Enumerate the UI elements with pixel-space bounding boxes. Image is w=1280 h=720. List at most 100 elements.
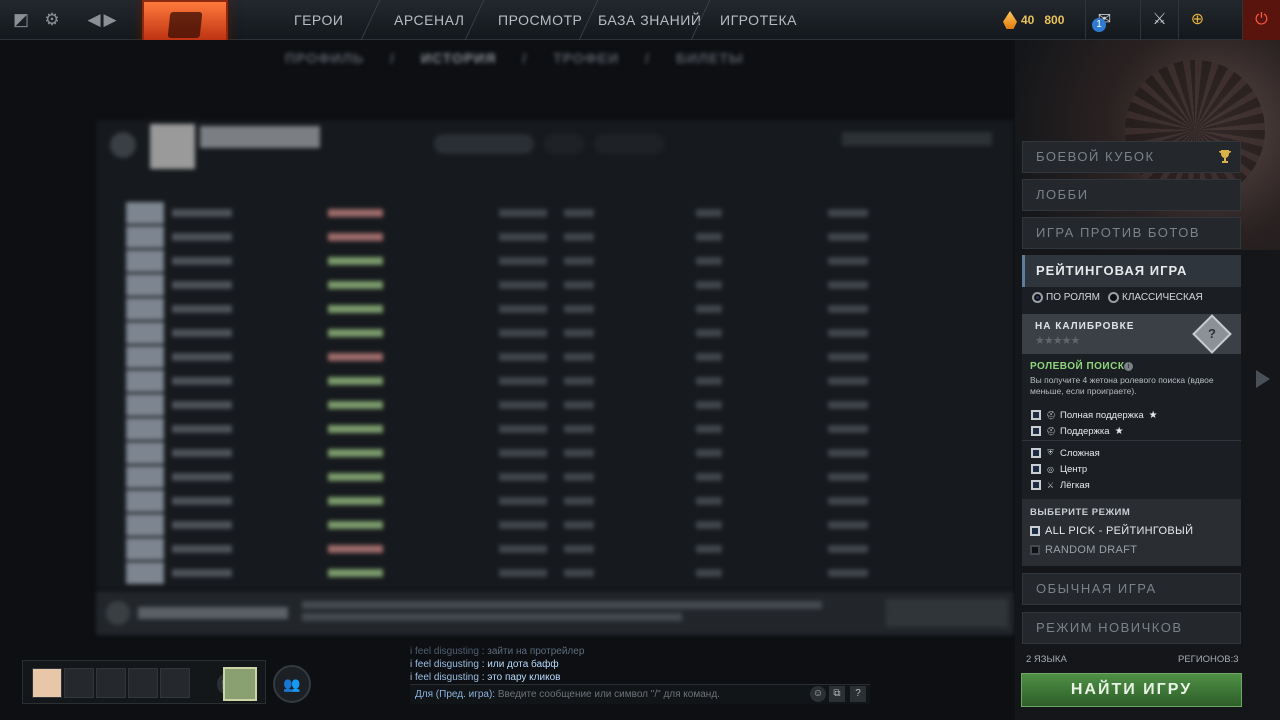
- result: [328, 569, 383, 577]
- chat-wheel-icon[interactable]: ⧉: [829, 686, 845, 702]
- party-slot-empty[interactable]: [64, 668, 94, 698]
- emoji-icon[interactable]: ☺: [810, 686, 826, 702]
- table-row[interactable]: [126, 442, 986, 464]
- chat-author[interactable]: i feel disgusting: [410, 646, 479, 657]
- subscribe-button[interactable]: [886, 599, 1008, 627]
- regions-selector[interactable]: РЕГИОНОВ:3: [1178, 654, 1239, 665]
- settings-gear-icon[interactable]: ⚙: [40, 8, 64, 32]
- checkbox[interactable]: [1031, 448, 1041, 458]
- table-row[interactable]: [126, 202, 986, 224]
- guild-avatar[interactable]: [223, 667, 257, 701]
- time: [564, 569, 594, 577]
- languages-selector[interactable]: 2 ЯЗЫКА: [1026, 654, 1067, 665]
- checkbox[interactable]: [1031, 480, 1041, 490]
- table-row[interactable]: [126, 490, 986, 512]
- game-type: [828, 305, 868, 313]
- subnav-sep: /: [522, 50, 528, 66]
- party-slot-empty[interactable]: [96, 668, 126, 698]
- subnav-tickets[interactable]: БИЛЕТЫ: [676, 50, 744, 70]
- by-roles-radio[interactable]: ПО РОЛЯМ: [1032, 292, 1100, 303]
- duration: [696, 521, 722, 529]
- table-row[interactable]: [126, 346, 986, 368]
- game-type: [828, 545, 868, 553]
- bots-button[interactable]: ИГРА ПРОТИВ БОТОВ: [1022, 217, 1241, 249]
- beginner-mode-button[interactable]: РЕЖИМ НОВИЧКОВ: [1022, 612, 1241, 644]
- checkbox[interactable]: [1031, 410, 1041, 420]
- subnav-history[interactable]: ИСТОРИЯ: [421, 50, 496, 70]
- history-tabs[interactable]: [434, 134, 674, 154]
- chat-input[interactable]: Для (Пред. игра): Введите сообщение или …: [410, 684, 870, 704]
- checkbox[interactable]: [1030, 545, 1040, 555]
- hero-portrait: [126, 538, 164, 560]
- table-row[interactable]: [126, 298, 986, 320]
- hero-name: [172, 257, 232, 265]
- armory-gear-button[interactable]: ⚔: [1140, 0, 1178, 40]
- table-row[interactable]: [126, 274, 986, 296]
- currency-display[interactable]: 40 800: [1003, 8, 1064, 32]
- table-row[interactable]: [126, 226, 986, 248]
- game-type: [828, 377, 868, 385]
- role-support[interactable]: ⛑ Поддержка ★: [1031, 424, 1124, 438]
- role-hard-support[interactable]: ⛑ Полная поддержка ★: [1031, 408, 1158, 422]
- party-slot-self-avatar[interactable]: [32, 668, 62, 698]
- plus-button[interactable]: ⊕: [1178, 0, 1216, 40]
- party-slot-empty[interactable]: [128, 668, 158, 698]
- table-row[interactable]: [126, 418, 986, 440]
- chat-target[interactable]: Для (Пред. игра):: [410, 689, 495, 700]
- checkbox[interactable]: [1031, 426, 1041, 436]
- hero-name: [172, 377, 232, 385]
- nav-arcade[interactable]: ИГРОТЕКА: [720, 0, 797, 40]
- lobby-button[interactable]: ЛОББИ: [1022, 179, 1241, 211]
- subnav-trophies[interactable]: ТРОФЕИ: [553, 50, 619, 70]
- time: [564, 209, 594, 217]
- find-game-button[interactable]: НАЙТИ ИГРУ: [1021, 673, 1242, 707]
- ranked-title[interactable]: РЕЙТИНГОВАЯ ИГРА: [1022, 255, 1241, 287]
- duration: [696, 233, 722, 241]
- nav-watch[interactable]: ПРОСМОТР: [498, 0, 582, 40]
- time: [564, 449, 594, 457]
- mode-random-draft[interactable]: RANDOM DRAFT: [1030, 544, 1137, 556]
- forward-arrow-icon[interactable]: ▶: [98, 8, 122, 32]
- role-offlane[interactable]: ⛨ Сложная: [1031, 446, 1100, 460]
- table-row[interactable]: [126, 394, 986, 416]
- battle-cup-button[interactable]: БОЕВОЙ КУБОК: [1022, 141, 1241, 173]
- collapse-arrow-icon[interactable]: [1256, 370, 1270, 388]
- shards-count: 40: [1021, 13, 1035, 27]
- nav-learn[interactable]: БАЗА ЗНАНИЙ: [598, 0, 701, 40]
- duration: [696, 209, 722, 217]
- role-label: Поддержка: [1060, 425, 1110, 437]
- chat-author[interactable]: i feel disgusting: [410, 672, 479, 683]
- normal-game-button[interactable]: ОБЫЧНАЯ ИГРА: [1022, 573, 1241, 605]
- role-safelane[interactable]: ⚔ Лёгкая: [1031, 478, 1090, 492]
- info-icon[interactable]: i: [1124, 362, 1133, 371]
- nav-armory[interactable]: АРСЕНАЛ: [394, 0, 464, 40]
- date: [499, 473, 547, 481]
- mode-all-pick-ranked[interactable]: ALL PICK - РЕЙТИНГОВЫЙ: [1030, 525, 1193, 537]
- checkbox[interactable]: [1030, 526, 1040, 536]
- table-row[interactable]: [126, 514, 986, 536]
- subnav-profile[interactable]: ПРОФИЛЬ: [285, 50, 364, 70]
- checkbox[interactable]: [1031, 464, 1041, 474]
- table-row[interactable]: [126, 562, 986, 584]
- plus-hex-icon: ⊕: [1190, 11, 1205, 28]
- nav-heroes[interactable]: ГЕРОИ: [294, 0, 343, 40]
- table-row[interactable]: [126, 538, 986, 560]
- hero-portrait: [126, 226, 164, 248]
- role-label: Центр: [1060, 463, 1088, 475]
- table-row[interactable]: [126, 322, 986, 344]
- table-row[interactable]: [126, 250, 986, 272]
- duration: [696, 569, 722, 577]
- dota-menu-icon[interactable]: ◩: [9, 8, 33, 32]
- game-type: [828, 233, 868, 241]
- party-slot-empty[interactable]: [160, 668, 190, 698]
- table-row[interactable]: [126, 370, 986, 392]
- chat-help-button[interactable]: ?: [850, 686, 866, 702]
- exit-button[interactable]: ⏻: [1242, 0, 1280, 40]
- classic-radio[interactable]: КЛАССИЧЕСКАЯ: [1108, 292, 1203, 303]
- chat-author[interactable]: i feel disgusting: [410, 659, 479, 670]
- friends-button[interactable]: 👥: [273, 665, 311, 703]
- time: [564, 521, 594, 529]
- table-row[interactable]: [126, 466, 986, 488]
- radio-unselected-icon: [1108, 292, 1119, 303]
- role-mid[interactable]: ◎ Центр: [1031, 462, 1087, 476]
